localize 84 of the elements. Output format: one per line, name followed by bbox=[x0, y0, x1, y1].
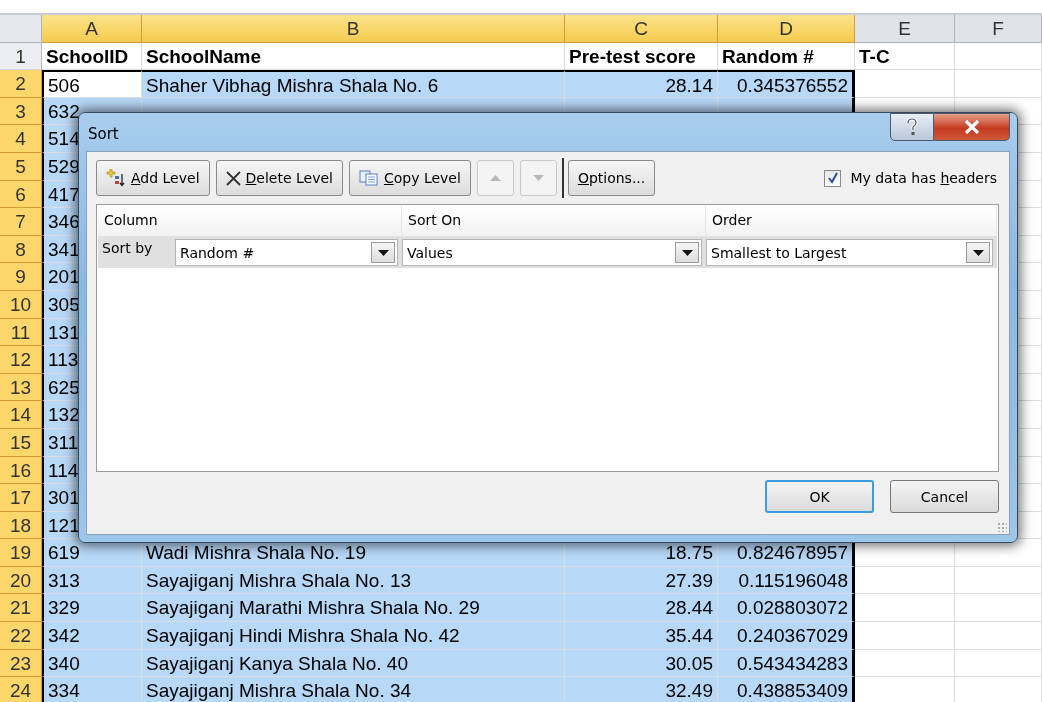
table-cell: 329 bbox=[42, 594, 142, 623]
row-header[interactable]: 1 bbox=[0, 42, 42, 71]
row-header[interactable]: 2 bbox=[0, 70, 42, 98]
table-cell: 27.39 bbox=[565, 566, 718, 595]
options-level-button[interactable]: Options... bbox=[567, 160, 656, 196]
table-cell: 0.345376552 bbox=[718, 70, 855, 98]
dropdown-field[interactable]: Random # bbox=[175, 239, 398, 266]
row-header[interactable]: 7 bbox=[0, 208, 42, 236]
row-header[interactable]: 6 bbox=[0, 180, 42, 209]
column-header[interactable]: F bbox=[955, 15, 1042, 43]
column-header[interactable]: B bbox=[142, 15, 565, 43]
cross-icon bbox=[225, 170, 241, 186]
table-cell: T-C bbox=[855, 42, 955, 71]
column-heading: Sort On bbox=[402, 206, 706, 236]
column-header[interactable]: C bbox=[565, 15, 718, 43]
row-header[interactable]: 21 bbox=[0, 594, 42, 623]
column-heading: Order bbox=[706, 206, 997, 236]
dropdown-field[interactable]: Values bbox=[402, 239, 702, 266]
close-icon bbox=[963, 120, 980, 134]
copy-icon bbox=[358, 170, 379, 186]
table-cell: Sayajiganj Mishra Shala No. 34 bbox=[142, 677, 565, 702]
checkmark-icon bbox=[826, 172, 839, 184]
down-triangle-icon bbox=[532, 175, 544, 181]
table-cell: 28.14 bbox=[565, 70, 718, 98]
resize-grip-icon[interactable] bbox=[997, 522, 1007, 532]
row-header[interactable]: 16 bbox=[0, 456, 42, 485]
row-header[interactable]: 10 bbox=[0, 290, 42, 319]
row-header[interactable]: 13 bbox=[0, 373, 42, 402]
table-cell: 30.05 bbox=[565, 649, 718, 678]
row-header[interactable]: 12 bbox=[0, 346, 42, 374]
column-header[interactable]: A bbox=[42, 15, 142, 43]
table-cell: 334 bbox=[42, 677, 142, 702]
table-cell: SchoolID bbox=[42, 42, 142, 71]
checkbox[interactable] bbox=[824, 169, 842, 187]
dialog-title: Sort bbox=[87, 125, 119, 143]
row-header[interactable]: 20 bbox=[0, 566, 42, 595]
row-header[interactable]: 4 bbox=[0, 125, 42, 153]
table-cell: 0.543434283 bbox=[718, 649, 855, 678]
row-header[interactable]: 14 bbox=[0, 401, 42, 429]
table-cell: 0.240367029 bbox=[718, 622, 855, 650]
sort-level-row[interactable]: Sort by Random # Values Smallest to Largest bbox=[98, 237, 997, 268]
row-header[interactable]: 9 bbox=[0, 263, 42, 291]
table-cell: 28.44 bbox=[565, 594, 718, 623]
table-cell: Sayajiganj Marathi Mishra Shala No. 29 bbox=[142, 594, 565, 623]
close-button[interactable] bbox=[934, 113, 1010, 141]
row-header[interactable]: 15 bbox=[0, 428, 42, 457]
add-level-button[interactable]: Add Level bbox=[96, 160, 210, 196]
table-cell: 619 bbox=[42, 539, 142, 567]
row-header[interactable]: 23 bbox=[0, 649, 42, 678]
table-cell: Sayajiganj Kanya Shala No. 40 bbox=[142, 649, 565, 678]
table-cell: 0.438853409 bbox=[718, 677, 855, 702]
add-sort-icon bbox=[106, 169, 126, 187]
column-heading: Column bbox=[98, 206, 402, 236]
row-header[interactable]: 22 bbox=[0, 622, 42, 650]
table-cell: 0.028803072 bbox=[718, 594, 855, 623]
table-cell: 35.44 bbox=[565, 622, 718, 650]
up-triangle-icon bbox=[489, 175, 501, 181]
copy-level-button[interactable]: Copy Level bbox=[348, 160, 471, 196]
headers-checkbox[interactable]: My data has headers bbox=[824, 169, 999, 187]
row-header[interactable]: 17 bbox=[0, 484, 42, 512]
dropdown-field[interactable]: Smallest to Largest bbox=[706, 239, 993, 266]
table-cell: 340 bbox=[42, 649, 142, 678]
dialog-button[interactable]: OK bbox=[765, 480, 874, 513]
row-header[interactable]: 3 bbox=[0, 97, 42, 126]
row-header[interactable]: 11 bbox=[0, 318, 42, 347]
row-header[interactable]: 19 bbox=[0, 539, 42, 567]
select-all-corner[interactable] bbox=[0, 15, 42, 43]
table-cell: 342 bbox=[42, 622, 142, 650]
help-icon bbox=[905, 118, 919, 136]
table-cell: 0.115196048 bbox=[718, 566, 855, 595]
table-cell: 32.49 bbox=[565, 677, 718, 702]
column-header[interactable]: D bbox=[718, 15, 855, 43]
table-cell: Shaher Vibhag Mishra Shala No. 6 bbox=[142, 70, 565, 98]
table-cell: 313 bbox=[42, 566, 142, 595]
table-cell: Sayajiganj Hindi Mishra Shala No. 42 bbox=[142, 622, 565, 650]
delete-level-button[interactable]: Delete Level bbox=[215, 160, 343, 196]
row-header[interactable]: 24 bbox=[0, 677, 42, 702]
table-cell: Sayajiganj Mishra Shala No. 13 bbox=[142, 566, 565, 595]
dialog-button[interactable]: Cancel bbox=[890, 480, 999, 513]
help-button[interactable] bbox=[890, 113, 934, 141]
row-header[interactable]: 18 bbox=[0, 511, 42, 540]
row-header[interactable]: 5 bbox=[0, 152, 42, 181]
row-header[interactable]: 8 bbox=[0, 235, 42, 264]
column-header[interactable]: E bbox=[855, 15, 955, 43]
